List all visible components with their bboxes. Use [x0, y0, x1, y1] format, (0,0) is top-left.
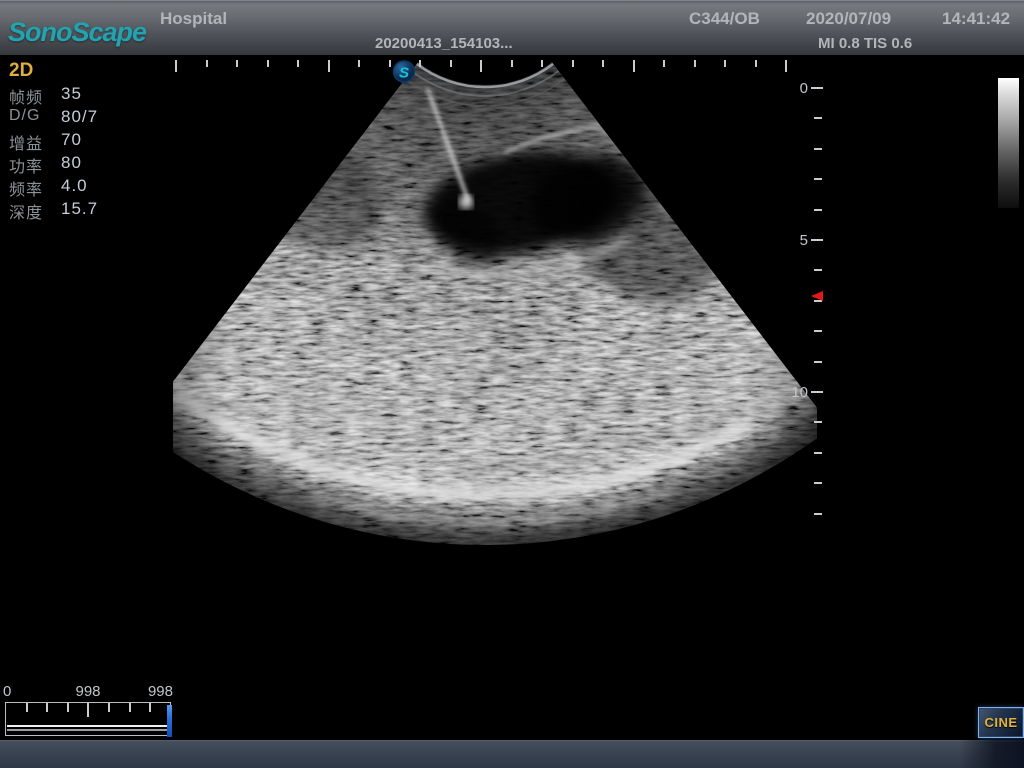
ruler-tick: [814, 209, 822, 211]
ruler-tick: [694, 60, 696, 67]
param-value: 4.0: [61, 176, 88, 199]
param-value: 70: [61, 130, 82, 153]
param-label: 频率: [9, 176, 61, 199]
ultrasound-image: S: [0, 0, 1024, 768]
ruler-tick: [572, 60, 574, 67]
system-date: 2020/07/09: [806, 9, 891, 29]
ruler-tick: [814, 178, 822, 180]
ruler-tick: [811, 239, 823, 241]
ruler-tick: [419, 60, 421, 67]
param-label: 增益: [9, 130, 61, 153]
depth-label-0: 0: [786, 80, 808, 97]
ultrasound-screen: S SonoScape Hospital 20200413_154103... …: [0, 0, 1024, 768]
brand-logo: SonoScape: [8, 17, 146, 48]
ruler-tick: [175, 60, 177, 72]
param-value: 35: [61, 84, 82, 107]
ruler-tick: [785, 60, 787, 72]
ruler-tick: [541, 60, 543, 67]
ruler-tick: [129, 703, 131, 712]
param-value: 80: [61, 153, 82, 176]
ruler-tick: [811, 391, 823, 393]
ruler-tick: [814, 452, 822, 454]
param-row-frame-rate: 帧频 35: [9, 84, 98, 107]
ruler-tick: [46, 703, 48, 712]
image-file-name: 20200413_154103...: [375, 35, 513, 52]
ruler-tick: [814, 117, 822, 119]
ruler-tick: [67, 703, 69, 712]
probe-mark-letter: S: [399, 65, 409, 82]
ruler-tick: [814, 421, 822, 423]
ruler-tick: [811, 87, 823, 89]
taskbar-tray-area: [960, 740, 1024, 768]
ruler-tick: [814, 148, 822, 150]
taskbar: [0, 740, 1024, 768]
ruler-tick: [814, 330, 822, 332]
ruler-tick: [358, 60, 360, 67]
ruler-tick: [297, 60, 299, 67]
ruler-tick: [108, 703, 110, 712]
cine-track: [7, 725, 167, 727]
acoustic-indices: MI 0.8 TIS 0.6: [818, 35, 912, 52]
ruler-tick: [87, 703, 89, 717]
ruler-tick: [26, 703, 28, 712]
facility-name: Hospital: [160, 9, 227, 29]
cine-total-frames: 998: [137, 683, 173, 700]
ruler-tick: [450, 60, 452, 67]
ruler-tick: [511, 60, 513, 67]
param-label: 功率: [9, 153, 61, 176]
cine-track-shadow: [7, 729, 167, 731]
grayscale-bar: [998, 78, 1019, 208]
ruler-tick: [663, 60, 665, 67]
ruler-tick: [389, 60, 391, 67]
param-row-power: 功率 80: [9, 153, 98, 176]
depth-label-5: 5: [786, 232, 808, 249]
ruler-tick: [267, 60, 269, 67]
image-parameters-panel: 2D 帧频 35 D/G 80/7 增益 70 功率 80 频率 4.0 深度 …: [9, 60, 98, 222]
system-time: 14:41:42: [942, 9, 1010, 29]
focus-position-marker: [811, 291, 823, 301]
depth-label-10: 10: [786, 384, 808, 401]
param-value: 80/7: [61, 107, 98, 130]
cine-button[interactable]: CINE: [978, 707, 1024, 738]
ruler-tick: [206, 60, 208, 67]
param-label: 深度: [9, 199, 61, 222]
cine-position-indicator[interactable]: [167, 705, 172, 737]
ruler-tick: [814, 361, 822, 363]
ruler-tick: [480, 60, 482, 72]
param-row-depth: 深度 15.7: [9, 199, 98, 222]
ruler-tick: [236, 60, 238, 67]
ruler-tick: [814, 513, 822, 515]
param-row-gain: 增益 70: [9, 130, 98, 153]
ruler-tick: [602, 60, 604, 67]
param-row-frequency: 频率 4.0: [9, 176, 98, 199]
ruler-tick: [814, 482, 822, 484]
ruler-tick: [328, 60, 330, 72]
ruler-tick: [633, 60, 635, 72]
ruler-tick: [755, 60, 757, 67]
param-row-dynamic-range: D/G 80/7: [9, 107, 98, 130]
mode-label: 2D: [9, 60, 98, 84]
cine-current-frame: 998: [68, 683, 108, 700]
ruler-tick: [149, 703, 151, 712]
ruler-tick: [724, 60, 726, 67]
param-label: D/G: [9, 107, 61, 130]
ruler-tick: [814, 269, 822, 271]
cine-start-frame: 0: [3, 683, 11, 700]
param-value: 15.7: [61, 199, 98, 222]
probe-exam-mode: C344/OB: [689, 9, 760, 29]
param-label: 帧频: [9, 84, 61, 107]
probe-orientation-mark: S: [394, 61, 415, 82]
header-bar: SonoScape Hospital 20200413_154103... C3…: [0, 0, 1024, 55]
